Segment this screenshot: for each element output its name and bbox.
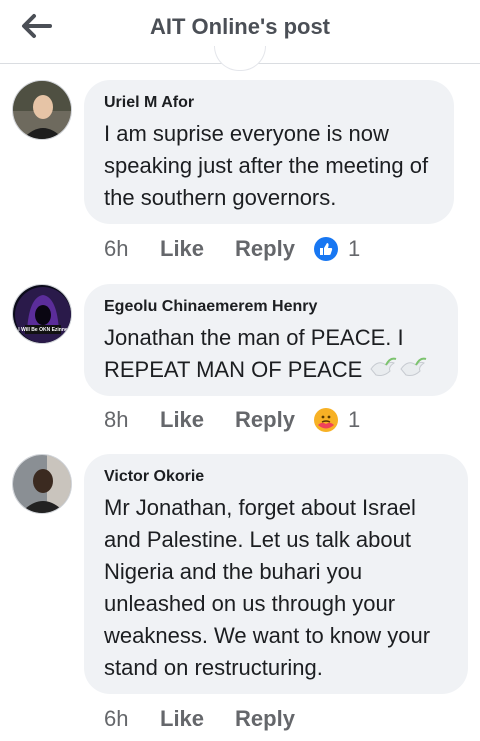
comment-text: Jonathan the man of PEACE. I REPEAT MAN … bbox=[104, 322, 438, 386]
scroll-indicator bbox=[214, 46, 266, 71]
like-reaction-icon bbox=[313, 237, 338, 261]
like-button[interactable]: Like bbox=[160, 706, 204, 732]
reaction-summary[interactable]: 1 bbox=[313, 407, 361, 433]
like-button[interactable]: Like bbox=[160, 236, 204, 262]
avatar-egeolu[interactable]: I Will Be OKN Ezinne bbox=[12, 284, 72, 344]
comment-actions: 6h Like Reply bbox=[104, 704, 326, 734]
comment-bubble[interactable]: Victor Okorie Mr Jonathan, forget about … bbox=[84, 454, 468, 694]
reaction-summary[interactable]: 1 bbox=[313, 236, 361, 262]
comment-time[interactable]: 6h bbox=[104, 706, 160, 732]
comment-author[interactable]: Egeolu Chinaemerem Henry bbox=[104, 298, 438, 316]
comment-author[interactable]: Victor Okorie bbox=[104, 468, 448, 486]
comment-actions: 6h Like Reply 1 bbox=[104, 234, 360, 264]
reply-button[interactable]: Reply bbox=[235, 706, 295, 732]
page-title: AIT Online's post bbox=[149, 14, 331, 39]
comment-time[interactable]: 8h bbox=[104, 407, 160, 433]
dove-emoji-icon bbox=[370, 357, 427, 376]
comment-bubble[interactable]: Egeolu Chinaemerem Henry Jonathan the ma… bbox=[84, 284, 458, 396]
comment-bubble[interactable]: Uriel M Afor I am suprise everyone is no… bbox=[84, 80, 454, 224]
comment-text: I am suprise everyone is now speaking ju… bbox=[104, 121, 429, 210]
comment-author[interactable]: Uriel M Afor bbox=[104, 94, 434, 112]
reply-button[interactable]: Reply bbox=[235, 236, 295, 262]
avatar-victor[interactable] bbox=[12, 454, 72, 514]
care-reaction-icon bbox=[313, 408, 338, 432]
comment-text: Mr Jonathan, forget about Israel and Pal… bbox=[104, 495, 431, 680]
comment-actions: 8h Like Reply 1 bbox=[104, 405, 360, 435]
reply-button[interactable]: Reply bbox=[235, 407, 295, 433]
reaction-count: 1 bbox=[347, 236, 361, 261]
avatar-caption: I Will Be OKN Ezinne bbox=[18, 327, 68, 333]
comment-time[interactable]: 6h bbox=[104, 236, 160, 262]
like-button[interactable]: Like bbox=[160, 407, 204, 433]
comment-text-body: Jonathan the man of PEACE. I REPEAT MAN … bbox=[104, 325, 404, 382]
avatar-uriel[interactable] bbox=[12, 80, 72, 140]
reaction-count: 1 bbox=[347, 407, 361, 432]
